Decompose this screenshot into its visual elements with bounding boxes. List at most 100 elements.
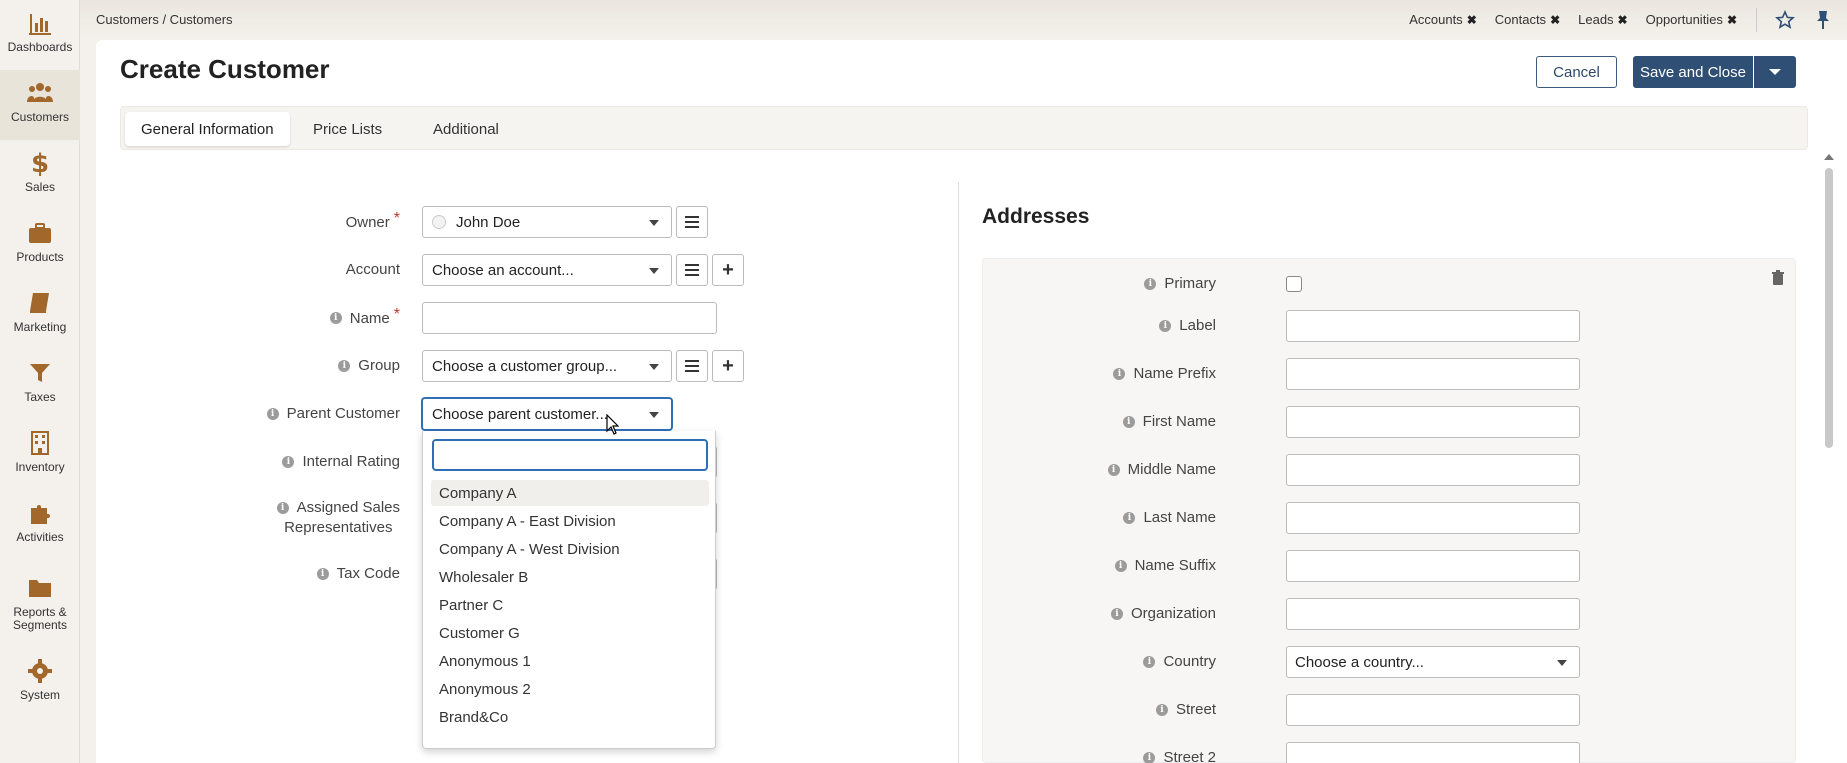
name-suffix-label: i Name Suffix: [1114, 557, 1216, 574]
primary-row: i Primary: [982, 268, 1794, 300]
group-select[interactable]: Choose a customer group...: [422, 350, 672, 382]
pinned-tab-accounts[interactable]: Accounts ✖: [1409, 12, 1477, 27]
tax-code-label: i Tax Code: [316, 565, 400, 582]
info-icon[interactable]: i: [1143, 751, 1156, 763]
plus-icon: +: [722, 259, 734, 281]
sidebar-item-inventory[interactable]: Inventory: [0, 420, 80, 490]
info-icon[interactable]: i: [1144, 277, 1157, 290]
group-add-button[interactable]: +: [712, 350, 744, 382]
sidebar-item-label: Reports & Segments: [12, 605, 68, 632]
divider: [1756, 8, 1757, 32]
street2-input[interactable]: [1286, 742, 1580, 763]
dropdown-option[interactable]: Company A - West Division: [431, 536, 709, 562]
sidebar-item-customers[interactable]: Customers: [0, 70, 80, 140]
street-input[interactable]: [1286, 694, 1580, 726]
info-icon[interactable]: i: [1143, 655, 1156, 668]
info-icon[interactable]: i: [316, 567, 329, 580]
info-icon[interactable]: i: [1122, 415, 1135, 428]
sidebar-item-sales[interactable]: $ Sales: [0, 140, 80, 210]
owner-label: Owner *: [345, 210, 400, 231]
dropdown-option[interactable]: Partner C: [431, 592, 709, 618]
dropdown-option[interactable]: Customer G: [431, 620, 709, 646]
account-list-button[interactable]: [676, 254, 708, 286]
pin-icon[interactable]: [1815, 10, 1831, 30]
scrollbar-thumb[interactable]: [1825, 168, 1833, 448]
last-name-input[interactable]: [1286, 502, 1580, 534]
group-list-button[interactable]: [676, 350, 708, 382]
info-icon[interactable]: i: [338, 359, 351, 372]
info-icon[interactable]: i: [1123, 511, 1136, 524]
account-add-button[interactable]: +: [712, 254, 744, 286]
sidebar-item-dashboards[interactable]: Dashboards: [0, 0, 80, 70]
dropdown-search-input[interactable]: [432, 439, 708, 471]
info-icon[interactable]: i: [266, 407, 279, 420]
name-prefix-input[interactable]: [1286, 358, 1580, 390]
parent-customer-select[interactable]: Choose parent customer...: [422, 398, 672, 430]
info-icon[interactable]: i: [1107, 463, 1120, 476]
dropdown-option[interactable]: Anonymous 2: [431, 676, 709, 702]
info-icon[interactable]: i: [1114, 559, 1127, 572]
dropdown-option[interactable]: Anonymous 1: [431, 648, 709, 674]
parent-customer-dropdown: Company A Company A - East Division Comp…: [422, 431, 716, 749]
organization-input[interactable]: [1286, 598, 1580, 630]
info-icon[interactable]: i: [276, 502, 289, 514]
group-placeholder: Choose a customer group...: [432, 357, 618, 375]
pinned-tab-opportunities[interactable]: Opportunities ✖: [1646, 12, 1737, 27]
label-row: i Label: [982, 310, 1794, 342]
filter-icon: [30, 364, 50, 382]
dropdown-option[interactable]: Brand&Co: [431, 704, 709, 730]
country-select[interactable]: Choose a country...: [1286, 646, 1580, 678]
first-name-row: i First Name: [982, 406, 1794, 438]
info-icon[interactable]: i: [329, 312, 342, 324]
sidebar-item-marketing[interactable]: Marketing: [0, 280, 80, 350]
middle-name-input[interactable]: [1286, 454, 1580, 486]
owner-select[interactable]: John Doe: [422, 206, 672, 238]
name-suffix-input[interactable]: [1286, 550, 1580, 582]
first-name-input[interactable]: [1286, 406, 1580, 438]
save-options-button[interactable]: [1754, 56, 1796, 88]
sidebar-item-activities[interactable]: Activities: [0, 490, 80, 560]
dropdown-option[interactable]: Wholesaler B: [431, 564, 709, 590]
dropdown-option[interactable]: Company A: [431, 480, 709, 506]
tab-additional[interactable]: Additional: [417, 112, 515, 146]
chevron-down-icon: [649, 412, 659, 418]
primary-label: i Primary: [1144, 275, 1216, 292]
tab-price-lists[interactable]: Price Lists: [297, 112, 398, 146]
column-divider: [958, 182, 959, 763]
breadcrumb: Customers / Customers: [96, 12, 233, 27]
sidebar-item-taxes[interactable]: Taxes: [0, 350, 80, 420]
close-icon[interactable]: ✖: [1550, 13, 1560, 27]
scroll-up-arrow-icon[interactable]: [1824, 154, 1834, 160]
tab-general-information[interactable]: General Information: [125, 112, 290, 146]
sidebar-item-reports[interactable]: Reports & Segments: [0, 565, 80, 635]
pinned-tab-contacts[interactable]: Contacts ✖: [1495, 12, 1560, 27]
dropdown-option[interactable]: Company A - East Division: [431, 508, 709, 534]
save-and-close-button[interactable]: Save and Close: [1633, 56, 1753, 88]
close-icon[interactable]: ✖: [1467, 13, 1477, 27]
info-icon[interactable]: i: [282, 455, 295, 468]
cancel-button[interactable]: Cancel: [1536, 56, 1617, 88]
account-select[interactable]: Choose an account...: [422, 254, 672, 286]
sidebar-item-products[interactable]: Products: [0, 210, 80, 280]
name-input[interactable]: [422, 302, 717, 334]
star-icon[interactable]: [1775, 10, 1795, 30]
parent-customer-row: i Parent Customer Choose parent customer.…: [96, 398, 796, 430]
info-icon[interactable]: i: [1155, 703, 1168, 716]
addresses-title: Addresses: [982, 205, 1090, 228]
owner-value: John Doe: [456, 213, 521, 231]
pinned-tab-leads[interactable]: Leads ✖: [1578, 12, 1627, 27]
primary-checkbox[interactable]: [1286, 276, 1302, 292]
scrollbar[interactable]: [1822, 150, 1834, 763]
parent-customer-placeholder: Choose parent customer...: [432, 405, 608, 423]
label-input[interactable]: [1286, 310, 1580, 342]
book-icon: [30, 293, 49, 313]
street2-row: i Street 2: [982, 742, 1794, 763]
close-icon[interactable]: ✖: [1727, 13, 1737, 27]
sidebar-item-system[interactable]: System: [0, 648, 80, 718]
middle-name-row: i Middle Name: [982, 454, 1794, 486]
info-icon[interactable]: i: [1110, 607, 1123, 620]
info-icon[interactable]: i: [1113, 367, 1126, 380]
info-icon[interactable]: i: [1159, 319, 1172, 332]
owner-list-button[interactable]: [676, 206, 708, 238]
close-icon[interactable]: ✖: [1618, 13, 1628, 27]
